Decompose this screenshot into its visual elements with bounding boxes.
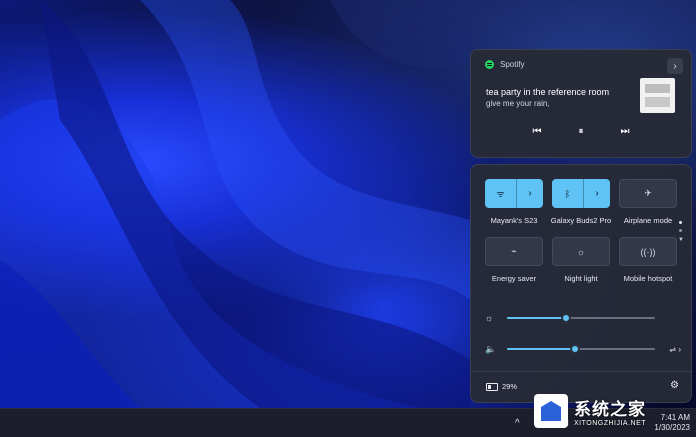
- tile-row-2: ⌁ Energy saver ☼ Night light ((·)) Mobil…: [484, 237, 678, 283]
- media-app-header: Spotify: [485, 60, 524, 69]
- open-app-button[interactable]: ›: [667, 58, 683, 74]
- mobile-hotspot-label: Mobile hotspot: [623, 274, 673, 283]
- wifi-toggle[interactable]: ᯤ ›: [485, 179, 543, 208]
- quick-settings-panel: ᯤ › Mayank's S23 ᛒ › Galaxy Buds2 Pro ✈ …: [470, 164, 692, 403]
- spotify-icon: [485, 60, 494, 69]
- brightness-slider-row: ☼: [485, 311, 681, 325]
- volume-fill: [507, 348, 576, 350]
- tile-energy-saver: ⌁ Energy saver: [484, 237, 544, 283]
- tile-airplane: ✈ Airplane mode: [618, 179, 678, 225]
- brightness-thumb[interactable]: [561, 313, 572, 323]
- watermark-url-text: XITONGZHIJIA.NET: [574, 420, 647, 427]
- battery-icon: [486, 382, 498, 391]
- energy-saver-toggle[interactable]: ⌁: [485, 237, 543, 266]
- volume-slider-row: 🔈 ⇌ ›: [485, 342, 681, 356]
- energy-saver-label: Energy saver: [491, 274, 537, 283]
- volume-icon[interactable]: 🔈: [485, 344, 499, 355]
- wifi-label: Mayank's S23: [490, 216, 538, 225]
- wifi-expand-button[interactable]: ›: [516, 179, 543, 208]
- media-controls: ⏮ ⏸ ⏭: [471, 124, 691, 138]
- wifi-icon[interactable]: ᯤ: [485, 179, 516, 208]
- bluetooth-label: Galaxy Buds2 Pro: [550, 216, 612, 225]
- tile-night-light: ☼ Night light: [551, 237, 611, 283]
- next-track-button[interactable]: ⏭: [618, 124, 632, 138]
- tile-bluetooth: ᛒ › Galaxy Buds2 Pro: [551, 179, 611, 225]
- volume-thumb[interactable]: [570, 344, 581, 354]
- mobile-hotspot-toggle[interactable]: ((·)): [619, 237, 677, 266]
- brightness-fill: [507, 317, 567, 319]
- pause-button[interactable]: ⏸: [574, 124, 588, 138]
- quick-settings-pager: ▼: [678, 221, 684, 243]
- site-watermark: 系统之家 XITONGZHIJIA.NET: [534, 387, 694, 435]
- page-dot-1[interactable]: [679, 221, 683, 224]
- media-flyout: Spotify › tea party in the reference roo…: [470, 49, 692, 158]
- page-down-icon[interactable]: ▼: [678, 237, 684, 243]
- watermark-logo-icon: [534, 394, 568, 428]
- show-hidden-icons-chevron-icon[interactable]: ^: [510, 416, 524, 430]
- battery-percent: 29%: [502, 382, 518, 391]
- tile-mobile-hotspot: ((·)) Mobile hotspot: [618, 237, 678, 283]
- night-light-label: Night light: [564, 274, 598, 283]
- night-light-toggle[interactable]: ☼: [552, 237, 610, 266]
- night-light-icon: ☼: [576, 246, 586, 257]
- tile-row-1: ᯤ › Mayank's S23 ᛒ › Galaxy Buds2 Pro ✈ …: [484, 179, 678, 225]
- media-app-name: Spotify: [500, 60, 525, 69]
- tile-wifi: ᯤ › Mayank's S23: [484, 179, 544, 225]
- previous-track-button[interactable]: ⏮: [530, 124, 544, 138]
- airplane-icon: ✈: [644, 188, 652, 198]
- track-artist: give me your rain,: [486, 99, 550, 108]
- battery-status[interactable]: 29%: [486, 382, 517, 391]
- bluetooth-toggle[interactable]: ᛒ ›: [552, 179, 610, 208]
- hotspot-icon: ((·)): [640, 246, 656, 257]
- watermark-cn-text: 系统之家: [574, 400, 646, 419]
- brightness-slider[interactable]: [507, 313, 655, 323]
- watermark-text: 系统之家 XITONGZHIJIA.NET: [574, 395, 646, 427]
- audio-output-button[interactable]: ⇌ ›: [669, 345, 681, 354]
- brightness-icon: ☼: [485, 313, 494, 323]
- album-art: [640, 78, 675, 113]
- track-title: tea party in the reference room: [486, 87, 610, 97]
- page-dot-2[interactable]: [679, 229, 683, 232]
- bluetooth-icon[interactable]: ᛒ: [552, 179, 583, 208]
- airplane-mode-label: Airplane mode: [623, 216, 673, 225]
- energy-saver-icon: ⌁: [511, 246, 517, 256]
- bluetooth-expand-button[interactable]: ›: [583, 179, 610, 208]
- volume-slider[interactable]: [507, 344, 655, 354]
- airplane-mode-toggle[interactable]: ✈: [619, 179, 677, 208]
